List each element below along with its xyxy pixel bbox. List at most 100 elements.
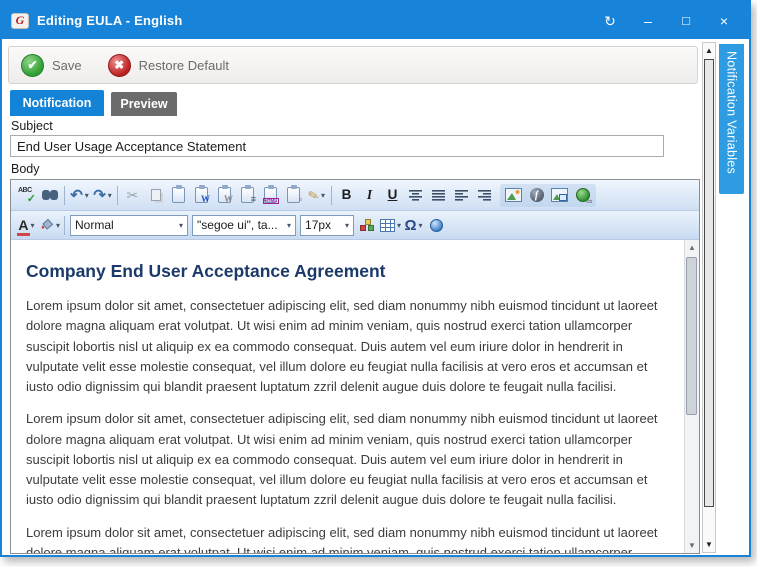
- insert-table-button[interactable]: ▾: [379, 214, 402, 237]
- paste-as-html-icon: HTML: [264, 187, 277, 203]
- font-size-select[interactable]: 17px ▾: [300, 215, 354, 236]
- app-icon: G: [11, 13, 29, 29]
- align-right-button[interactable]: [473, 184, 496, 207]
- toolbar-separator: [331, 186, 332, 205]
- omega-icon: Ω: [405, 218, 417, 233]
- table-icon: [380, 219, 395, 232]
- italic-icon: I: [367, 188, 372, 202]
- table-dropdown-icon[interactable]: ▾: [397, 221, 401, 230]
- bold-icon: B: [342, 188, 352, 202]
- minimize-icon[interactable]: –: [640, 14, 656, 28]
- align-center-icon: [409, 190, 422, 201]
- font-name-select[interactable]: "segoe ui", ta... ▾: [192, 215, 296, 236]
- background-color-dropdown-icon[interactable]: ▾: [56, 221, 60, 230]
- editor-scrollbar[interactable]: ▲ ▼: [684, 240, 699, 553]
- image-manager-button[interactable]: [502, 184, 525, 207]
- window-controls: ↻ – □ ×: [602, 14, 732, 28]
- font-color-button[interactable]: A ▾: [15, 214, 38, 237]
- paragraph-style-select[interactable]: Normal ▾: [70, 215, 188, 236]
- paste-from-word-button[interactable]: W: [190, 184, 213, 207]
- paste-from-word-icon: W: [195, 187, 208, 203]
- subject-input[interactable]: [10, 135, 664, 157]
- refresh-icon[interactable]: ↻: [602, 14, 618, 28]
- body-label: Body: [11, 162, 40, 176]
- restore-default-label: Restore Default: [139, 58, 229, 73]
- save-label: Save: [52, 58, 82, 73]
- maximize-icon[interactable]: □: [678, 14, 694, 27]
- media-manager-button[interactable]: [548, 184, 571, 207]
- symbol-dropdown-icon[interactable]: ▾: [419, 221, 423, 230]
- restore-x-icon: ✖: [108, 54, 131, 77]
- close-icon[interactable]: ×: [716, 14, 732, 28]
- document-paragraph: Lorem ipsum dolor sit amet, consectetuer…: [26, 409, 671, 510]
- paint-bucket-icon: [39, 218, 54, 232]
- flash-icon: f: [530, 188, 544, 202]
- dialog-content: ✔ Save ✖ Restore Default Notification Pr…: [2, 39, 749, 555]
- document-paragraph: Lorem ipsum dolor sit amet, consectetuer…: [26, 296, 671, 397]
- scroll-up-icon[interactable]: ▲: [685, 240, 699, 255]
- notification-variables-tab[interactable]: Notification Variables: [719, 44, 744, 194]
- toolbar-separator: [64, 216, 65, 235]
- align-center-button[interactable]: [404, 184, 427, 207]
- outer-scrollbar[interactable]: ▲ ▼: [702, 42, 716, 553]
- titlebar: G Editing EULA - English ↻ – □ ×: [2, 2, 749, 39]
- spellcheck-icon: ABC ✓: [18, 187, 35, 203]
- paste-special-icon: ▫: [287, 187, 300, 203]
- toolbar-separator: [64, 186, 65, 205]
- chevron-down-icon: ▾: [287, 221, 291, 230]
- italic-button[interactable]: I: [358, 184, 381, 207]
- undo-button[interactable]: ↶ ▾: [68, 184, 91, 207]
- tab-preview[interactable]: Preview: [111, 92, 177, 116]
- image-icon: [505, 188, 522, 202]
- paste-plain-text-icon: ≡: [241, 187, 254, 203]
- align-left-icon: [455, 190, 468, 201]
- editor-document[interactable]: Company End User Acceptance Agreement Lo…: [11, 240, 699, 553]
- tab-strip: Notification Preview: [10, 90, 177, 116]
- background-color-button[interactable]: ▾: [38, 214, 61, 237]
- align-left-button[interactable]: [450, 184, 473, 207]
- save-button[interactable]: ✔ Save: [21, 54, 82, 77]
- outer-scroll-thumb[interactable]: [704, 59, 714, 507]
- format-stripper-icon: ✎: [307, 187, 321, 202]
- chevron-down-icon: ▾: [179, 221, 183, 230]
- paste-special-button[interactable]: ▫: [282, 184, 305, 207]
- justify-icon: [432, 190, 445, 201]
- bold-button[interactable]: B: [335, 184, 358, 207]
- paste-from-word-nostyle-icon: W: [218, 187, 231, 203]
- orb-icon: [430, 219, 443, 232]
- insert-symbol-button[interactable]: Ω ▾: [402, 214, 425, 237]
- media-insert-button[interactable]: [425, 214, 448, 237]
- undo-dropdown-icon[interactable]: ▾: [85, 191, 89, 200]
- find-replace-button[interactable]: [38, 184, 61, 207]
- scroll-up-icon[interactable]: ▲: [703, 43, 715, 58]
- scroll-down-icon[interactable]: ▼: [703, 537, 715, 552]
- font-color-dropdown-icon[interactable]: ▾: [31, 221, 35, 230]
- copy-button[interactable]: [144, 184, 167, 207]
- paste-from-word-nostyle-button[interactable]: W: [213, 184, 236, 207]
- hyperlink-manager-button[interactable]: [571, 184, 594, 207]
- redo-dropdown-icon[interactable]: ▾: [108, 191, 112, 200]
- flash-manager-button[interactable]: f: [525, 184, 548, 207]
- paste-button[interactable]: [167, 184, 190, 207]
- format-stripper-button[interactable]: ✎ ▾: [305, 184, 328, 207]
- rich-text-editor: ABC ✓ ↶ ▾ ↷ ▾ ✂: [10, 179, 700, 554]
- scroll-down-icon[interactable]: ▼: [685, 538, 699, 553]
- tab-notification[interactable]: Notification: [10, 90, 104, 116]
- spellcheck-button[interactable]: ABC ✓: [15, 184, 38, 207]
- window-title: Editing EULA - English: [37, 13, 602, 28]
- chevron-down-icon: ▾: [345, 221, 349, 230]
- document-paragraph: Lorem ipsum dolor sit amet, consectetuer…: [26, 523, 671, 553]
- snippet-manager-button[interactable]: [356, 214, 379, 237]
- format-stripper-dropdown-icon[interactable]: ▾: [321, 191, 325, 200]
- restore-default-button[interactable]: ✖ Restore Default: [108, 54, 229, 77]
- media-icon: [551, 188, 568, 202]
- paste-as-html-button[interactable]: HTML: [259, 184, 282, 207]
- paste-plain-text-button[interactable]: ≡: [236, 184, 259, 207]
- cut-button[interactable]: ✂: [121, 184, 144, 207]
- underline-button[interactable]: U: [381, 184, 404, 207]
- editor-scroll-thumb[interactable]: [686, 257, 697, 415]
- redo-button[interactable]: ↷ ▾: [91, 184, 114, 207]
- paragraph-style-value: Normal: [75, 218, 114, 232]
- hyperlink-globe-icon: [576, 188, 590, 202]
- justify-button[interactable]: [427, 184, 450, 207]
